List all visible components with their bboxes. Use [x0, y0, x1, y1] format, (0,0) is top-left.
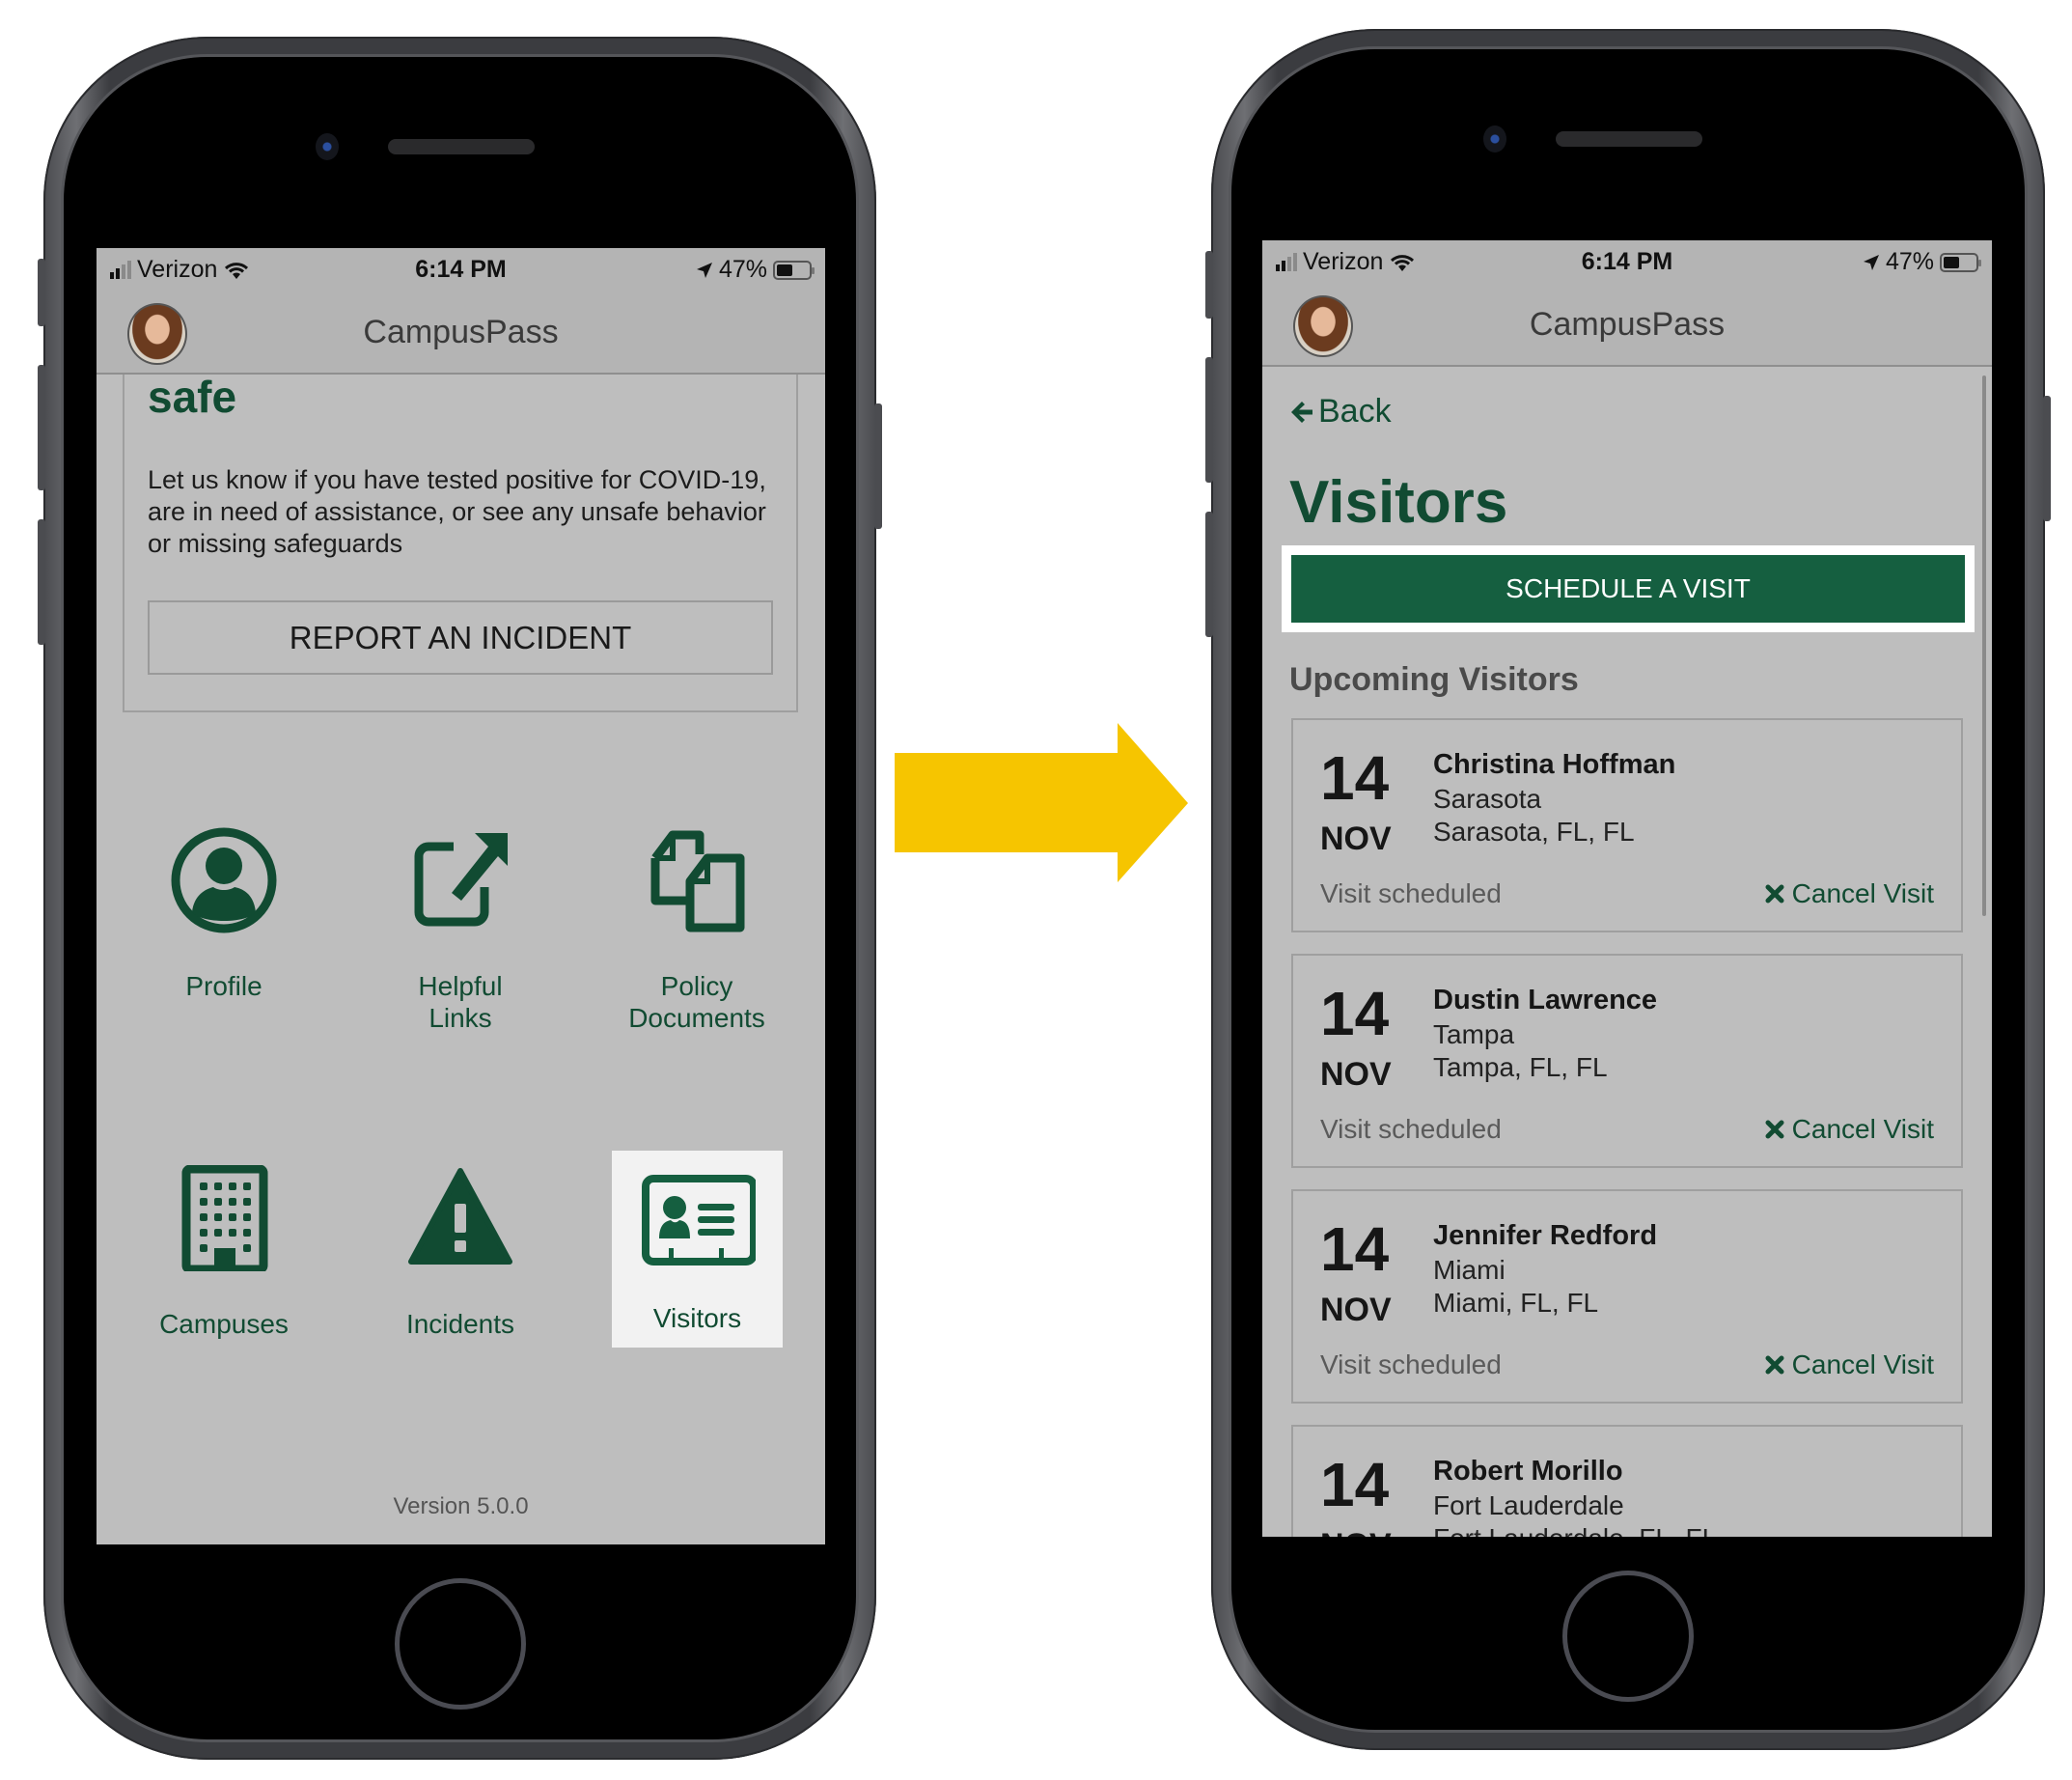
schedule-visit-button[interactable]: SCHEDULE A VISIT: [1291, 555, 1965, 623]
power-button: [874, 403, 882, 529]
status-bar: Verizon 6:14 PM 47%: [1262, 240, 1992, 283]
tile-policy-documents[interactable]: Policy Documents: [600, 827, 793, 1034]
report-card-text: Let us know if you have tested positive …: [148, 465, 766, 558]
app-header: CampusPass: [1262, 283, 1992, 367]
transition-arrow-icon: [895, 723, 1188, 882]
tile-label: Visitors: [652, 1303, 742, 1333]
visitor-city: Fort Lauderdale: [1433, 1490, 1624, 1520]
tile-label: Profile: [185, 971, 262, 1001]
cancel-visit-label: Cancel Visit: [1791, 1349, 1934, 1379]
tile-visitors[interactable]: Visitors: [612, 1151, 783, 1348]
volume-up-button: [38, 365, 45, 490]
arrow-left-icon: [1291, 401, 1312, 423]
cancel-visit-button[interactable]: Cancel Visit: [1765, 1349, 1934, 1380]
visit-month: NOV: [1320, 1056, 1392, 1093]
scrollbar[interactable]: [1982, 375, 1986, 916]
visitor-address: Tampa, FL, FL: [1433, 1052, 1608, 1082]
visit-status: Visit scheduled: [1320, 1114, 1502, 1144]
visitor-card: 14 NOV Dustin Lawrence Tampa Tampa, FL, FL Vi…: [1291, 954, 1963, 1168]
visitor-name: Jennifer Redford: [1433, 1220, 1658, 1251]
visitor-address: Sarasota, FL, FL: [1433, 817, 1635, 847]
tile-label: Campuses: [159, 1309, 289, 1339]
app-header: CampusPass: [97, 291, 825, 375]
tile-label: Policy Documents: [628, 971, 765, 1033]
tile-label: Helpful Links: [418, 971, 503, 1033]
visit-day: 14: [1320, 1450, 1390, 1519]
visitor-city: Sarasota: [1433, 784, 1542, 814]
documents-icon: [644, 827, 750, 933]
building-icon: [171, 1164, 277, 1274]
id-card-icon: [641, 1165, 758, 1271]
external-link-icon: [407, 827, 513, 933]
visitor-name: Robert Morillo: [1433, 1456, 1623, 1487]
earpiece-speaker: [1556, 131, 1702, 147]
battery-percent: 47%: [1885, 248, 1934, 275]
earpiece-speaker: [388, 139, 535, 154]
warning-icon: [407, 1165, 513, 1271]
location-icon: [1863, 254, 1879, 270]
report-incident-button[interactable]: REPORT AN INCIDENT: [148, 600, 773, 675]
front-camera: [1483, 125, 1506, 153]
home-button[interactable]: [395, 1578, 526, 1710]
visit-status: Visit scheduled: [1320, 1349, 1502, 1379]
close-icon: [1765, 1355, 1784, 1375]
front-camera: [316, 133, 339, 160]
battery-icon: [773, 260, 815, 280]
visitor-city: Tampa: [1433, 1019, 1515, 1049]
visitor-card: 14 NOV Jennifer Redford Miami Miami, FL, FL V…: [1291, 1189, 1963, 1404]
power-button: [2043, 396, 2051, 521]
visit-day: 14: [1320, 743, 1390, 813]
tile-profile[interactable]: Profile: [127, 827, 320, 1002]
battery-percent: 47%: [718, 256, 767, 283]
status-bar: Verizon 6:14 PM 47%: [97, 248, 825, 291]
visit-day: 14: [1320, 979, 1390, 1048]
app-title: CampusPass: [1529, 306, 1726, 343]
tile-incidents[interactable]: Incidents: [364, 1165, 557, 1340]
back-label: Back: [1318, 393, 1392, 430]
user-circle-icon: [171, 827, 277, 933]
arrow-shape: [895, 723, 1188, 882]
visit-month: NOV: [1320, 1292, 1392, 1328]
home-screen: Verizon 6:14 PM 47% CampusPass safe Let …: [97, 248, 825, 1544]
visitor-city: Miami: [1433, 1255, 1506, 1285]
volume-down-button: [38, 519, 45, 645]
volume-down-button: [1205, 512, 1213, 637]
cancel-visit-label: Cancel Visit: [1791, 1114, 1934, 1144]
schedule-highlight: SCHEDULE A VISIT: [1282, 545, 1975, 632]
cancel-visit-label: Cancel Visit: [1791, 878, 1934, 908]
mute-switch: [38, 259, 45, 326]
visitor-card: 14 NOV Christina Hoffman Sarasota Sarasota, …: [1291, 718, 1963, 932]
tile-label: Incidents: [405, 1309, 515, 1339]
cancel-visit-button[interactable]: Cancel Visit: [1765, 1114, 1934, 1145]
visit-day: 14: [1320, 1214, 1390, 1284]
back-link[interactable]: Back: [1289, 393, 1392, 431]
cancel-visit-button[interactable]: Cancel Visit: [1765, 878, 1934, 909]
section-title: Upcoming Visitors: [1289, 661, 1579, 698]
visit-status: Visit scheduled: [1320, 878, 1502, 908]
mute-switch: [1205, 251, 1213, 319]
location-icon: [696, 262, 712, 278]
close-icon: [1765, 884, 1784, 904]
battery-icon: [1940, 252, 1981, 272]
app-title: CampusPass: [363, 314, 559, 350]
close-icon: [1765, 1120, 1784, 1139]
visitor-address: Fort Lauderdale, FL, FL: [1433, 1523, 1717, 1537]
visit-month: NOV: [1320, 1527, 1392, 1537]
visitor-name: Christina Hoffman: [1433, 749, 1676, 780]
visitor-name: Dustin Lawrence: [1433, 985, 1658, 1015]
report-card-title: safe: [148, 372, 237, 422]
visit-month: NOV: [1320, 820, 1392, 857]
report-card: safe Let us know if you have tested posi…: [123, 375, 798, 712]
volume-up-button: [1205, 357, 1213, 483]
tile-helpful-links[interactable]: Helpful Links: [364, 827, 557, 1034]
visitor-card: 14 NOV Robert MorilloFort Lauderdale Fort L…: [1291, 1425, 1963, 1537]
page-title: Visitors: [1289, 469, 1508, 536]
visitors-screen: Verizon 6:14 PM 47% CampusPass Back Visi…: [1262, 240, 1992, 1537]
tile-campuses[interactable]: Campuses: [127, 1164, 320, 1340]
home-button[interactable]: [1562, 1571, 1694, 1702]
version-footer: Version 5.0.0: [97, 1469, 825, 1544]
visitor-address: Miami, FL, FL: [1433, 1288, 1599, 1318]
